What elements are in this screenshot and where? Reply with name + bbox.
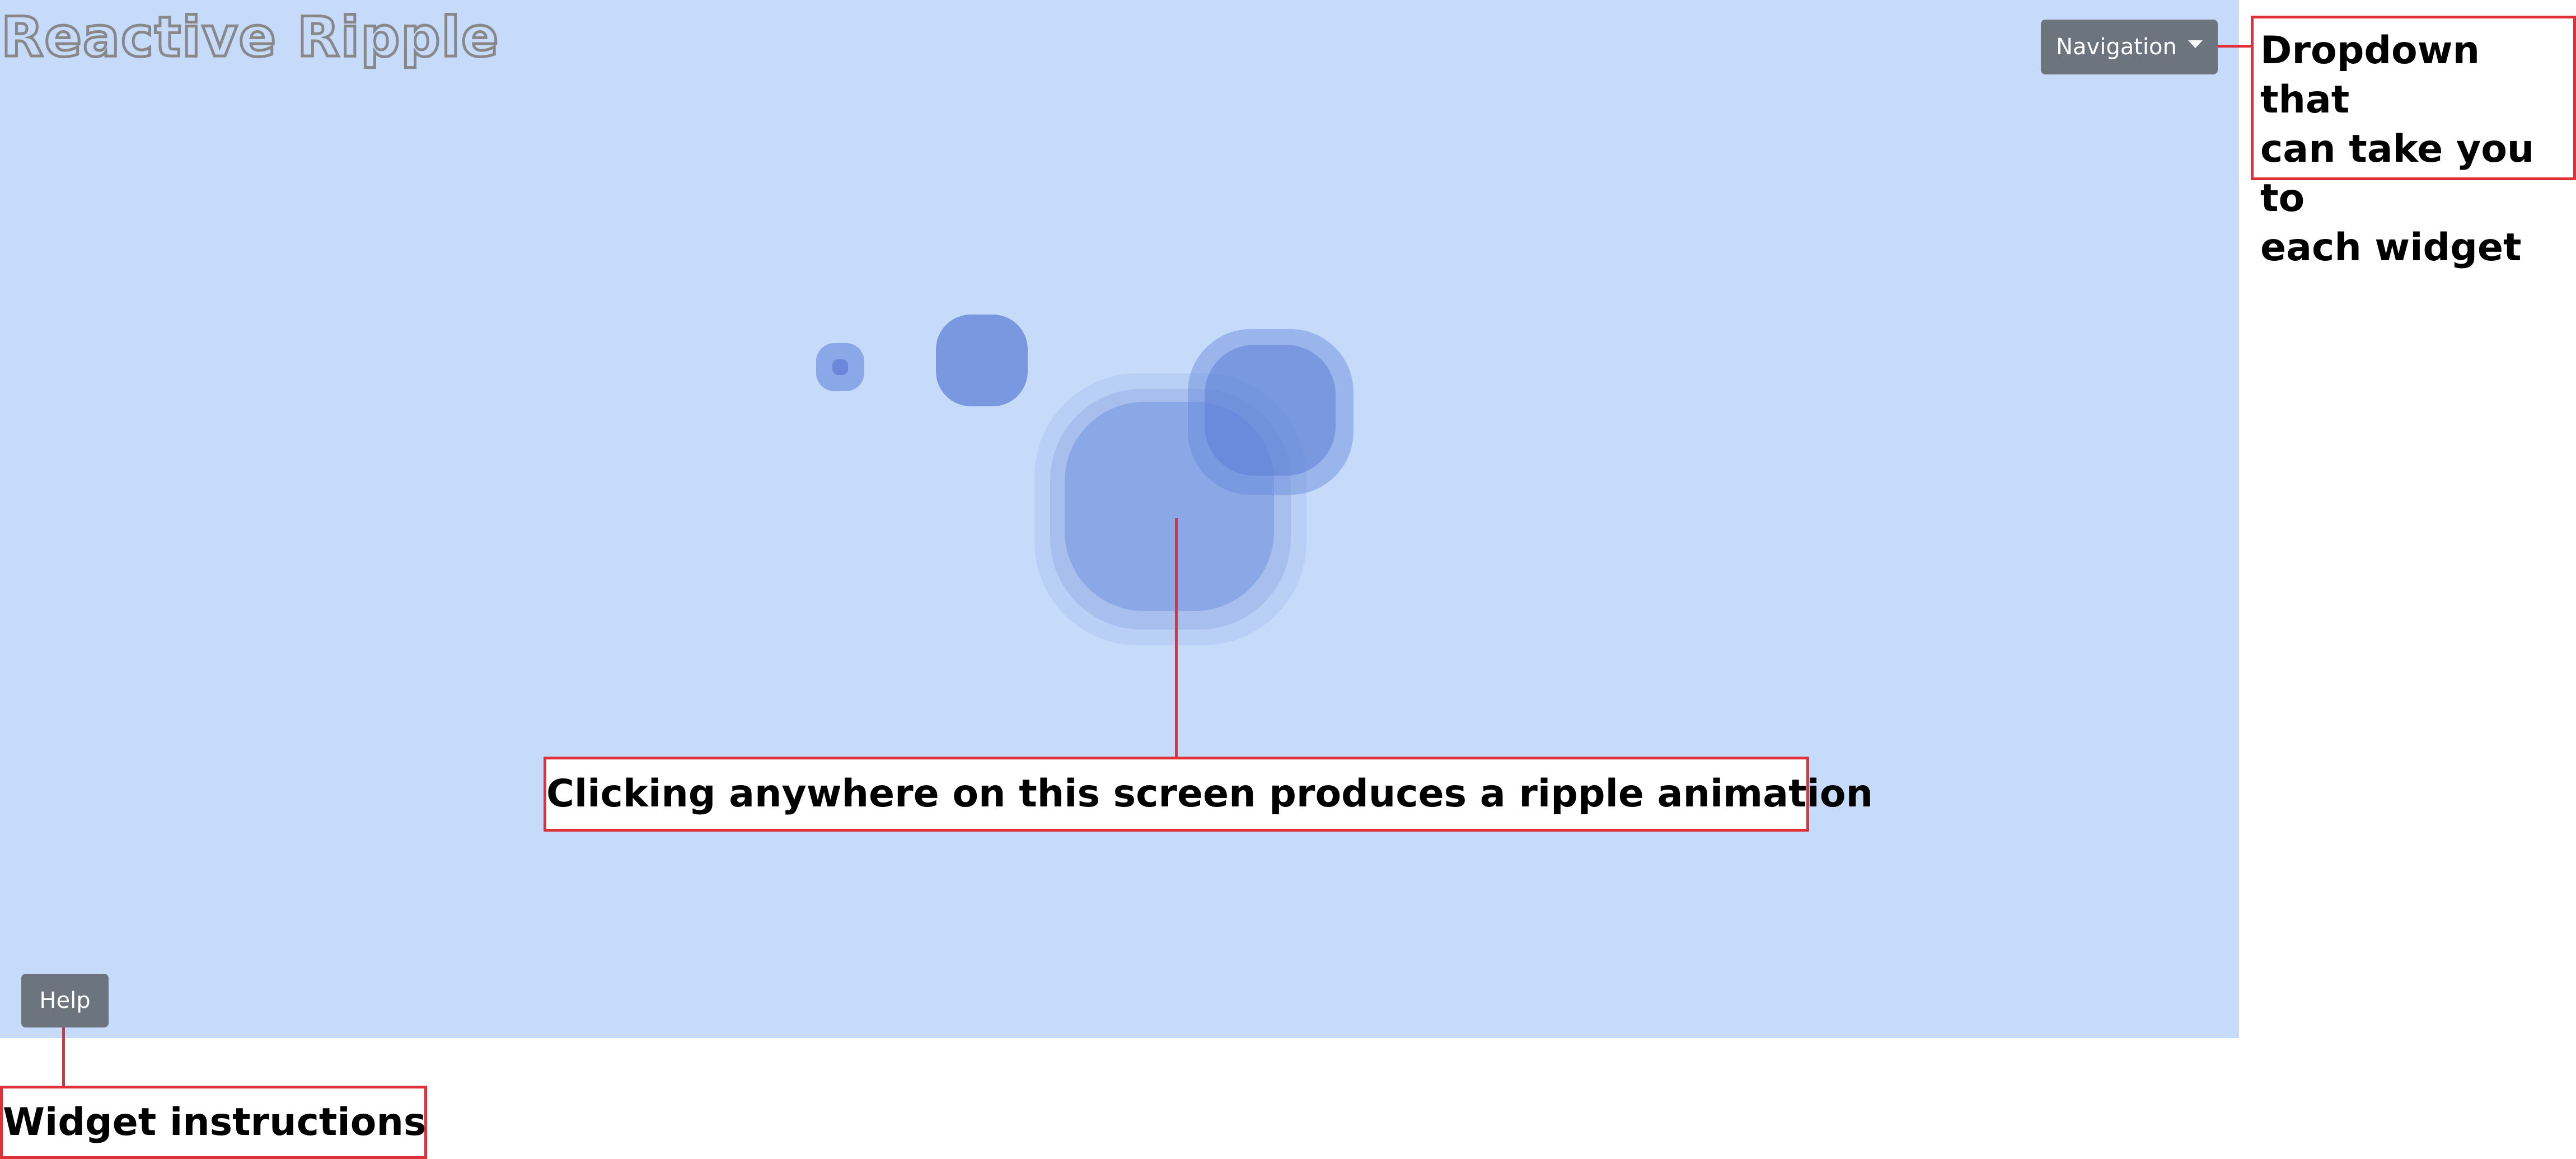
app-title: Reactive Ripple: [0, 4, 500, 71]
annotation-ripple-canvas: Clicking anywhere on this screen produce…: [544, 757, 1873, 832]
annotation-widget-instructions: Widget instructions: [0, 1086, 427, 1159]
ripple-medium: [936, 315, 1028, 406]
annotation-navigation-dropdown: Dropdown that can take you to each widge…: [2251, 16, 2576, 270]
annotation-line-canvas: [1175, 518, 1178, 758]
caret-down-icon: [2188, 40, 2203, 48]
ripple-right-inner: [1205, 345, 1336, 476]
annotation-line-navigation: [2218, 45, 2251, 48]
ripple-small-inner: [832, 359, 848, 375]
help-label: Help: [39, 988, 91, 1013]
navigation-label: Navigation: [2056, 34, 2177, 60]
annotation-line-help: [62, 1027, 65, 1087]
navigation-dropdown-button[interactable]: Navigation: [2041, 20, 2218, 74]
help-button[interactable]: Help: [21, 974, 109, 1027]
ripple-canvas[interactable]: Reactive Ripple Navigation Help: [0, 0, 2239, 1038]
